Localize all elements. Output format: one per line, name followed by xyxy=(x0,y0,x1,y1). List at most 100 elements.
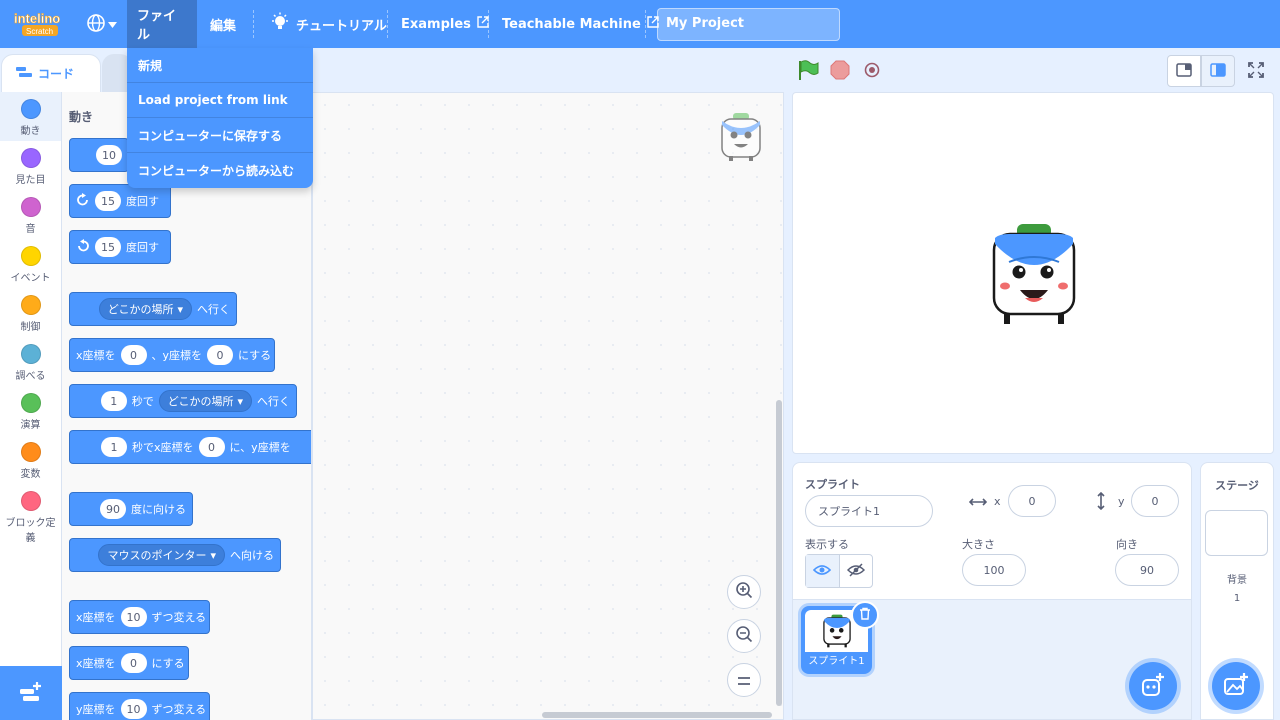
sprite-train-character[interactable] xyxy=(989,222,1079,326)
block-number-input[interactable]: 0 xyxy=(198,437,225,457)
category-variables[interactable]: 変数 xyxy=(0,435,61,484)
edit-menu[interactable]: 編集 xyxy=(200,0,246,48)
block-number-input[interactable]: 15 xyxy=(95,237,121,257)
category-events[interactable]: イベント xyxy=(0,239,61,288)
category-control[interactable]: 制御 xyxy=(0,288,61,337)
lightbulb-icon xyxy=(270,12,290,36)
block-number-input[interactable]: 0 xyxy=(120,345,147,365)
tutorials-menu[interactable]: チュートリアル xyxy=(260,0,397,48)
block-change-y[interactable]: y座標を 10 ずつ変える xyxy=(69,692,210,720)
direction-input[interactable]: 90 xyxy=(1115,554,1179,586)
delete-sprite-button[interactable] xyxy=(851,601,879,629)
hide-sprite-button[interactable] xyxy=(840,555,873,587)
zoom-out-button[interactable] xyxy=(727,619,761,653)
stop-button[interactable] xyxy=(829,60,851,82)
block-dropdown[interactable]: どこかの場所 ▾ xyxy=(158,390,252,412)
normal-stage-button[interactable] xyxy=(1201,55,1235,87)
block-set-x[interactable]: x座標を 0 にする xyxy=(69,646,189,680)
fullscreen-button[interactable] xyxy=(1239,55,1273,87)
script-workspace[interactable] xyxy=(312,92,784,720)
category-dot xyxy=(20,148,41,168)
block-turn-right[interactable]: 15 度回す xyxy=(69,184,171,218)
record-button[interactable] xyxy=(861,60,883,82)
category-dot xyxy=(20,442,41,462)
block-move-steps[interactable]: 10 xyxy=(69,138,129,172)
language-menu[interactable] xyxy=(86,12,122,36)
block-text: 秒で xyxy=(131,395,154,408)
teachable-machine-link[interactable]: Teachable Machine xyxy=(492,0,669,48)
block-number-input[interactable]: 15 xyxy=(95,191,121,211)
size-input[interactable]: 100 xyxy=(962,554,1026,586)
block-number-input[interactable]: 1 xyxy=(101,437,127,457)
block-text: 度回す xyxy=(126,195,159,208)
show-sprite-button[interactable] xyxy=(806,555,840,587)
category-motion[interactable]: 動き xyxy=(0,92,61,141)
intelino-logo[interactable]: intelino Scratch xyxy=(12,10,68,38)
category-dot xyxy=(20,99,41,119)
category-looks[interactable]: 見た目 xyxy=(0,141,61,190)
category-sound[interactable]: 音 xyxy=(0,190,61,239)
x-position-input[interactable]: 0 xyxy=(1008,485,1056,517)
block-go-to[interactable]: どこかの場所 ▾ へ行く xyxy=(69,292,237,326)
block-text: y座標を xyxy=(76,703,116,716)
choose-sprite-button[interactable] xyxy=(1129,662,1177,710)
file-menu[interactable]: ファイル xyxy=(127,0,197,48)
small-stage-button[interactable] xyxy=(1167,55,1201,87)
workspace-vertical-scrollbar[interactable] xyxy=(776,400,782,706)
y-label: y xyxy=(1118,495,1125,508)
examples-link[interactable]: Examples xyxy=(391,0,499,48)
zoom-in-button[interactable] xyxy=(727,575,761,609)
category-label: イベント xyxy=(10,273,51,284)
rotate-left-icon xyxy=(76,238,90,256)
workspace-horizontal-scrollbar[interactable] xyxy=(542,712,772,718)
sprite-info-panel: スプライト スプライト1 x 0 y 0 表示する 大きさ 100 向き 90 xyxy=(792,462,1192,600)
category-my-blocks[interactable]: ブロック定義 xyxy=(0,484,61,544)
y-position-icon xyxy=(1094,491,1108,513)
y-position-input[interactable]: 0 xyxy=(1131,485,1179,517)
tab-code-label: コード xyxy=(38,67,75,81)
stage-canvas[interactable] xyxy=(792,92,1274,454)
block-point-in-direction[interactable]: 90 度に向ける xyxy=(69,492,193,526)
block-go-to-xy[interactable]: x座標を 0 、y座標を 0 にする xyxy=(69,338,275,372)
block-number-input[interactable]: 0 xyxy=(207,345,234,365)
menu-item-new[interactable]: 新規 xyxy=(127,48,313,83)
category-label: 音 xyxy=(25,224,36,235)
menu-item-load-from-link[interactable]: Load project from link xyxy=(127,83,313,118)
block-glide-to[interactable]: 1 秒で どこかの場所 ▾ へ行く xyxy=(69,384,297,418)
category-sensing[interactable]: 調べる xyxy=(0,337,61,386)
edit-menu-label: 編集 xyxy=(210,18,237,34)
sprite-name-input[interactable]: スプライト1 xyxy=(805,495,933,527)
zoom-in-icon xyxy=(735,581,753,604)
tab-code[interactable]: コード xyxy=(1,54,101,92)
stop-icon xyxy=(830,60,850,83)
block-number-input[interactable]: 0 xyxy=(120,653,147,673)
block-number-input[interactable]: 10 xyxy=(120,607,147,627)
block-text: x座標を xyxy=(76,611,116,624)
green-flag-button[interactable] xyxy=(797,59,819,82)
block-number-input[interactable]: 10 xyxy=(96,145,122,165)
block-dropdown[interactable]: どこかの場所 ▾ xyxy=(98,298,192,320)
add-extension-button[interactable] xyxy=(0,666,62,720)
menu-item-save-to-computer[interactable]: コンピューターに保存する xyxy=(127,118,313,153)
block-change-x[interactable]: x座標を 10 ずつ変える xyxy=(69,600,210,634)
block-number-input[interactable]: 10 xyxy=(120,699,147,719)
teachable-machine-label: Teachable Machine xyxy=(502,16,641,32)
block-dropdown[interactable]: マウスのポインター ▾ xyxy=(98,544,225,566)
block-number-input[interactable]: 90 xyxy=(100,499,126,519)
category-dot xyxy=(20,197,41,217)
choose-backdrop-button[interactable] xyxy=(1212,662,1260,710)
project-title-input[interactable]: My Project xyxy=(657,8,840,41)
zoom-reset-button[interactable] xyxy=(727,663,761,697)
block-glide-to-xy[interactable]: 1 秒でx座標を 0 に、y座標を xyxy=(69,430,311,464)
stage-thumbnail[interactable] xyxy=(1205,510,1268,556)
block-text: にする xyxy=(151,657,185,670)
block-point-towards[interactable]: マウスのポインター ▾ へ向ける xyxy=(69,538,281,572)
block-dropdown-label: どこかの場所 xyxy=(167,395,234,408)
svg-text:intelino: intelino xyxy=(14,11,60,26)
record-icon xyxy=(864,62,880,81)
category-operators[interactable]: 演算 xyxy=(0,386,61,435)
examples-label: Examples xyxy=(401,16,471,32)
block-turn-left[interactable]: 15 度回す xyxy=(69,230,171,264)
menu-item-load-from-computer[interactable]: コンピューターから読み込む xyxy=(127,153,313,188)
block-number-input[interactable]: 1 xyxy=(100,391,127,411)
